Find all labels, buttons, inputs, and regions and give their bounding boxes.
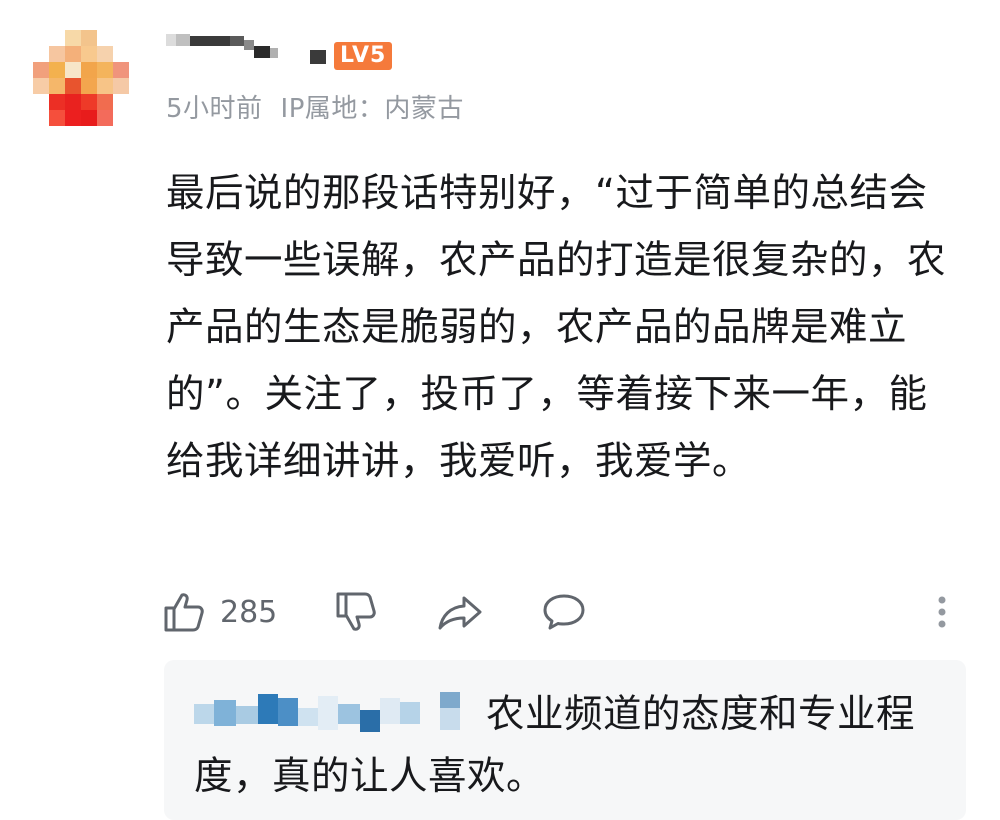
- comment-meta: 5小时前 IP属地：内蒙古: [166, 88, 464, 125]
- username[interactable]: [166, 30, 326, 70]
- thumbs-down-icon: [332, 588, 380, 636]
- share-button[interactable]: [436, 584, 484, 640]
- comment-bubble-icon: [540, 588, 588, 636]
- thumbs-up-icon: [160, 588, 208, 636]
- like-button[interactable]: 285: [160, 584, 277, 640]
- ip-location: IP属地：内蒙古: [280, 94, 464, 124]
- share-icon: [436, 588, 484, 636]
- comment-actions: 285: [160, 584, 980, 640]
- dislike-button[interactable]: [332, 584, 380, 640]
- avatar[interactable]: [33, 30, 129, 126]
- username-mosaic: [166, 34, 326, 64]
- avatar-image: [33, 30, 129, 126]
- level-badge: LV5: [334, 42, 393, 70]
- reply-text: 农业频道的态度和专业程度，真的让人喜欢。: [194, 692, 916, 799]
- comment-text: 最后说的那段话特别好，“过于简单的总结会导致一些误解，农产品的打造是很复杂的，农…: [166, 171, 947, 484]
- reply-text-wrap: 农业频道的态度和专业程度，真的让人喜欢。: [194, 684, 944, 808]
- more-vertical-icon: [930, 588, 954, 636]
- comment-time: 5小时前: [166, 94, 263, 124]
- reply-button[interactable]: [540, 584, 588, 640]
- more-button[interactable]: [930, 584, 954, 640]
- reply-preview[interactable]: 农业频道的态度和专业程度，真的让人喜欢。: [164, 660, 966, 820]
- like-count: 285: [220, 594, 278, 630]
